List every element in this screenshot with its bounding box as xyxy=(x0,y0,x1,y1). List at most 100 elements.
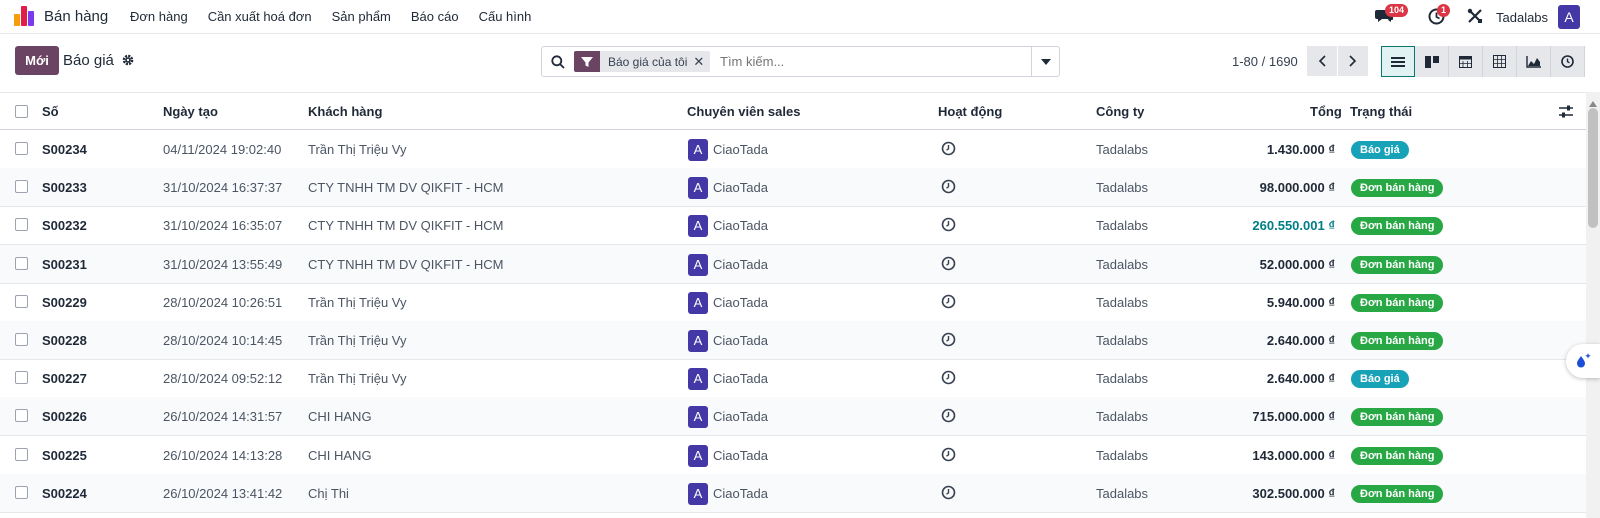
ai-assistant-button[interactable] xyxy=(1566,344,1600,378)
tools-icon[interactable] xyxy=(1467,8,1483,27)
select-all-checkbox[interactable] xyxy=(15,105,28,118)
menu-item-configuration[interactable]: Cấu hình xyxy=(479,9,532,24)
customer-name: CTY TNHH TM DV QIKFIT - HCM xyxy=(308,180,504,196)
customer-name: CHI HANG xyxy=(308,409,372,425)
app-title[interactable]: Bán hàng xyxy=(44,8,108,25)
salesperson-name: CiaoTada xyxy=(713,409,768,425)
pager-next-button[interactable] xyxy=(1338,46,1368,76)
row-checkbox[interactable] xyxy=(15,142,28,155)
col-salesperson[interactable]: Chuyên viên sales xyxy=(687,104,800,119)
row-checkbox[interactable] xyxy=(15,333,28,346)
activity-clock-icon[interactable] xyxy=(941,217,956,235)
order-number: S00234 xyxy=(42,142,87,157)
facet-remove-icon[interactable]: ✕ xyxy=(693,54,710,70)
salesperson-avatar[interactable]: A xyxy=(688,330,708,352)
activity-clock-icon[interactable] xyxy=(941,408,956,426)
menu-item-to-invoice[interactable]: Cần xuất hoá đơn xyxy=(208,9,312,24)
row-checkbox[interactable] xyxy=(15,218,28,232)
salesperson-name: CiaoTada xyxy=(713,447,768,463)
activities-icon[interactable]: 1 xyxy=(1428,4,1451,28)
order-total: 5.940.000 ₫ xyxy=(1266,294,1335,310)
activity-clock-icon[interactable] xyxy=(941,179,956,197)
order-total: 98.000.000 ₫ xyxy=(1259,180,1335,196)
row-checkbox[interactable] xyxy=(15,485,28,499)
salesperson-avatar[interactable]: A xyxy=(688,406,708,429)
app-logo-icon[interactable] xyxy=(14,6,36,26)
pager-value[interactable]: 1-80 / 1690 xyxy=(1232,54,1298,69)
table-row[interactable]: S00232 31/10/2024 16:35:07 CTY TNHH TM DV … xyxy=(0,206,1586,246)
order-date: 26/10/2024 14:13:28 xyxy=(163,447,283,463)
table-row[interactable]: S00225 26/10/2024 14:13:28 CHI HANG A CiaoTa… xyxy=(0,436,1586,475)
table-row[interactable]: S00234 04/11/2024 19:02:40 Trần Thị Triệu … xyxy=(0,130,1586,169)
table-row[interactable]: S00228 28/10/2024 10:14:45 Trần Thị Triệu … xyxy=(0,321,1586,360)
table-row[interactable]: S00226 26/10/2024 14:31:57 CHI HANG A CiaoTa… xyxy=(0,397,1586,437)
salesperson-avatar[interactable]: A xyxy=(688,444,708,467)
list-view-button[interactable] xyxy=(1381,46,1415,77)
activity-clock-icon[interactable] xyxy=(941,447,956,465)
menu-item-reporting[interactable]: Báo cáo xyxy=(411,9,459,24)
activity-clock-icon[interactable] xyxy=(941,256,956,274)
menu-item-products[interactable]: Sản phẩm xyxy=(332,9,391,24)
col-date[interactable]: Ngày tạo xyxy=(163,104,218,119)
messages-icon[interactable]: 104 xyxy=(1375,4,1409,27)
salesperson-avatar[interactable]: A xyxy=(688,253,708,276)
order-total: 715.000.000 ₫ xyxy=(1252,409,1335,425)
list-icon xyxy=(1391,56,1405,67)
activity-view-button[interactable] xyxy=(1551,46,1585,77)
salesperson-avatar[interactable]: A xyxy=(688,177,708,200)
activity-clock-icon[interactable] xyxy=(941,294,956,312)
customer-name: Trần Thị Triệu Vy xyxy=(308,333,407,348)
table-row[interactable]: S00227 28/10/2024 09:52:12 Trần Thị Triệu … xyxy=(0,359,1586,399)
pivot-view-button[interactable] xyxy=(1483,46,1517,77)
table-row[interactable]: S00229 28/10/2024 10:26:51 Trần Thị Triệu … xyxy=(0,283,1586,322)
activity-clock-icon[interactable] xyxy=(941,485,956,503)
activity-clock-icon[interactable] xyxy=(941,141,956,159)
activity-clock-icon[interactable] xyxy=(941,332,956,350)
status-badge: Đơn bán hàng xyxy=(1351,484,1444,503)
search-options-toggle[interactable] xyxy=(1031,47,1059,76)
salesperson-avatar[interactable]: A xyxy=(688,368,708,391)
salesperson-name: CiaoTada xyxy=(713,256,768,272)
company-name: Tadalabs xyxy=(1096,409,1149,425)
table-row[interactable]: S00233 31/10/2024 16:37:37 CTY TNHH TM DV … xyxy=(0,168,1586,208)
calendar-view-button[interactable] xyxy=(1449,46,1483,77)
new-button[interactable]: Mới xyxy=(15,46,59,75)
graph-view-button[interactable] xyxy=(1517,46,1551,77)
customer-name: CTY TNHH TM DV QIKFIT - HCM xyxy=(308,218,504,234)
menu-item-orders[interactable]: Đơn hàng xyxy=(130,9,188,24)
row-checkbox[interactable] xyxy=(15,294,28,308)
search-input[interactable] xyxy=(720,54,1010,69)
row-checkbox[interactable] xyxy=(15,409,28,423)
salesperson-avatar[interactable]: A xyxy=(688,291,708,314)
order-date: 31/10/2024 16:37:37 xyxy=(163,180,283,196)
row-checkbox[interactable] xyxy=(15,371,28,385)
pager-previous-button[interactable] xyxy=(1307,46,1337,76)
gear-icon[interactable] xyxy=(122,54,134,69)
order-date: 31/10/2024 16:35:07 xyxy=(163,218,283,234)
order-date: 04/11/2024 19:02:40 xyxy=(163,142,282,157)
col-total[interactable]: Tổng xyxy=(1310,104,1342,119)
scroll-up-arrow[interactable] xyxy=(1588,96,1598,107)
activity-clock-icon[interactable] xyxy=(941,370,956,388)
col-status[interactable]: Trạng thái xyxy=(1350,104,1412,119)
salesperson-avatar[interactable]: A xyxy=(688,215,708,238)
col-number[interactable]: Số xyxy=(42,104,59,119)
scrollbar-thumb[interactable] xyxy=(1588,108,1598,228)
table-row[interactable]: S00231 31/10/2024 13:55:49 CTY TNHH TM DV … xyxy=(0,244,1586,284)
search-facet[interactable]: Báo giá của tôi ✕ xyxy=(574,51,711,72)
optional-columns-icon[interactable] xyxy=(1559,105,1573,121)
table-row[interactable]: S00224 26/10/2024 13:41:42 Chị Thi A CiaoTad… xyxy=(0,473,1586,513)
row-checkbox[interactable] xyxy=(15,256,28,270)
company-name: Tadalabs xyxy=(1096,447,1149,463)
salesperson-avatar[interactable]: A xyxy=(688,139,708,161)
status-badge: Đơn bán hàng xyxy=(1351,446,1444,465)
company-switcher[interactable]: Tadalabs xyxy=(1496,10,1548,25)
col-activity[interactable]: Hoạt động xyxy=(938,104,1002,119)
row-checkbox[interactable] xyxy=(15,447,28,461)
col-customer[interactable]: Khách hàng xyxy=(308,104,382,119)
col-company[interactable]: Công ty xyxy=(1096,104,1144,119)
kanban-view-button[interactable] xyxy=(1415,46,1449,77)
row-checkbox[interactable] xyxy=(15,180,28,194)
user-avatar[interactable]: A xyxy=(1558,5,1580,29)
salesperson-avatar[interactable]: A xyxy=(688,482,708,505)
